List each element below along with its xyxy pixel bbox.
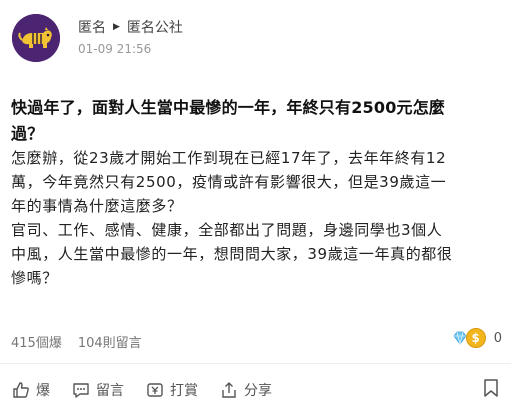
comment-count: 104則留言 bbox=[77, 336, 142, 351]
coin-count: 0 bbox=[493, 330, 502, 346]
comment-label: 留言 bbox=[96, 383, 124, 399]
like-label: 爆 bbox=[36, 383, 50, 399]
triangle-right-icon: ▶ bbox=[113, 22, 120, 32]
board-name[interactable]: 匿名公社 bbox=[127, 17, 183, 37]
coin-tips[interactable]: $ 0 bbox=[452, 328, 502, 348]
bookmark-icon bbox=[484, 379, 498, 397]
comment-icon bbox=[73, 383, 89, 398]
bookmark-button[interactable] bbox=[483, 379, 499, 401]
diamond-icon bbox=[453, 331, 467, 345]
author-name[interactable]: 匿名 bbox=[78, 17, 106, 37]
comment-button[interactable]: 留言 bbox=[72, 380, 124, 400]
body-line: 慘嗎？ bbox=[11, 269, 58, 287]
body-line: 年的事情為什麼這麼多？ bbox=[11, 197, 183, 215]
post-title-line: 過？ bbox=[11, 124, 44, 143]
tiger-avatar-icon bbox=[12, 14, 60, 62]
thumbs-up-icon bbox=[13, 382, 29, 398]
tip-label: 打賞 bbox=[170, 383, 198, 399]
tip-button[interactable]: 打賞 bbox=[146, 380, 198, 400]
post-page: 匿名 ▶ 匿名公社 01-09 21:56 快過年了，面對人生當中最慘的一年，年… bbox=[0, 0, 511, 413]
post-stats: 415個爆 104則留言 bbox=[11, 332, 142, 351]
post-title: 快過年了，面對人生當中最慘的一年，年終只有2500元怎麼 過？ bbox=[11, 95, 503, 147]
post-timestamp: 01-09 21:56 bbox=[78, 42, 152, 56]
post-meta: 匿名 ▶ 匿名公社 bbox=[78, 17, 183, 37]
like-button[interactable]: 爆 bbox=[12, 380, 50, 400]
like-count: 415個爆 bbox=[11, 336, 62, 351]
action-bar: 爆 留言 打賞 分享 bbox=[12, 380, 294, 400]
body-line: 官司、工作、感情、健康，全部都出了問題，身邊同學也3個人 bbox=[11, 221, 443, 239]
post-title-line: 快過年了，面對人生當中最慘的一年，年終只有2500元怎麼 bbox=[11, 98, 446, 117]
body-line: 萬，今年竟然只有2500，疫情或許有影響很大，但是39歲這一 bbox=[11, 173, 447, 191]
post-body: 怎麼辦，從23歲才開始工作到現在已經17年了，去年年終有12 萬，今年竟然只有2… bbox=[11, 146, 503, 290]
share-button[interactable]: 分享 bbox=[220, 380, 272, 400]
body-line: 怎麼辦，從23歲才開始工作到現在已經17年了，去年年終有12 bbox=[11, 149, 447, 167]
coin-icon: $ bbox=[465, 328, 486, 348]
share-label: 分享 bbox=[244, 383, 272, 399]
tip-icon bbox=[147, 383, 163, 397]
author-avatar[interactable] bbox=[12, 14, 60, 62]
body-line: 中風，人生當中最慘的一年，想問問大家，39歲這一年真的都很 bbox=[11, 245, 453, 263]
share-icon bbox=[222, 382, 236, 398]
divider bbox=[0, 363, 511, 364]
